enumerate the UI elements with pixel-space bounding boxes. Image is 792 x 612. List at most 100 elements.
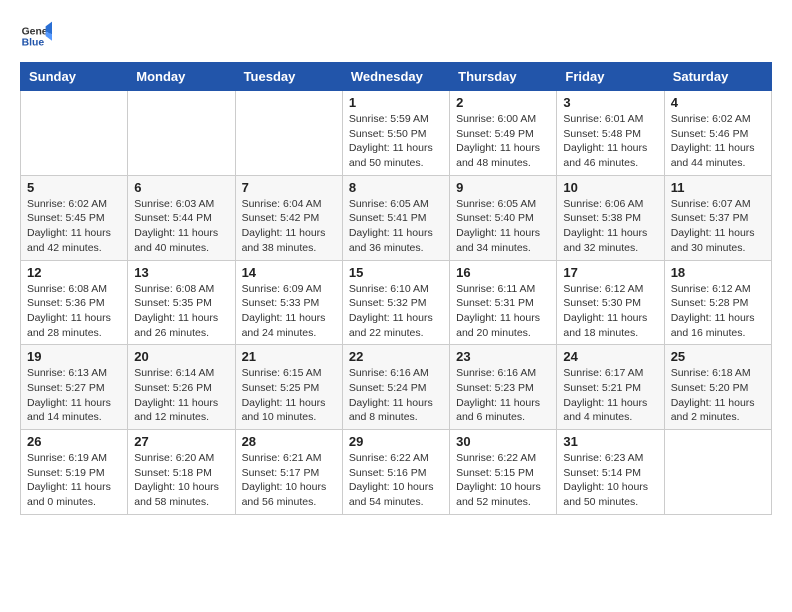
day-info: Sunrise: 6:00 AM Sunset: 5:49 PM Dayligh…	[456, 112, 550, 171]
day-info: Sunrise: 6:06 AM Sunset: 5:38 PM Dayligh…	[563, 197, 657, 256]
calendar-cell: 28Sunrise: 6:21 AM Sunset: 5:17 PM Dayli…	[235, 430, 342, 515]
day-number: 7	[242, 180, 336, 195]
day-info: Sunrise: 6:16 AM Sunset: 5:23 PM Dayligh…	[456, 366, 550, 425]
day-info: Sunrise: 6:22 AM Sunset: 5:15 PM Dayligh…	[456, 451, 550, 510]
calendar-cell: 12Sunrise: 6:08 AM Sunset: 5:36 PM Dayli…	[21, 260, 128, 345]
calendar-cell: 30 Sunrise: 6:22 AM Sunset: 5:15 PM Dayli…	[450, 430, 557, 515]
header-monday: Monday	[128, 63, 235, 91]
day-info: Sunrise: 6:04 AM Sunset: 5:42 PM Dayligh…	[242, 197, 336, 256]
day-info: Sunrise: 6:03 AM Sunset: 5:44 PM Dayligh…	[134, 197, 228, 256]
calendar-cell: 19Sunrise: 6:13 AM Sunset: 5:27 PM Dayli…	[21, 345, 128, 430]
day-number: 17	[563, 265, 657, 280]
calendar-week-row: 5Sunrise: 6:02 AM Sunset: 5:45 PM Daylig…	[21, 175, 772, 260]
calendar-week-row: 26 Sunrise: 6:19 AM Sunset: 5:19 PM Dayli…	[21, 430, 772, 515]
day-number: 9	[456, 180, 550, 195]
day-number: 26	[27, 434, 121, 449]
calendar-cell	[21, 91, 128, 176]
header-friday: Friday	[557, 63, 664, 91]
calendar-cell: 6 Sunrise: 6:03 AM Sunset: 5:44 PM Daylig…	[128, 175, 235, 260]
day-number: 21	[242, 349, 336, 364]
day-info: Sunrise: 6:09 AM Sunset: 5:33 PM Dayligh…	[242, 282, 336, 341]
calendar-cell: 17 Sunrise: 6:12 AM Sunset: 5:30 PM Dayli…	[557, 260, 664, 345]
calendar-cell: 16 Sunrise: 6:11 AM Sunset: 5:31 PM Dayli…	[450, 260, 557, 345]
day-info: Sunrise: 6:12 AM Sunset: 5:30 PM Dayligh…	[563, 282, 657, 341]
day-number: 18	[671, 265, 765, 280]
day-info: Sunrise: 6:08 AM Sunset: 5:35 PM Dayligh…	[134, 282, 228, 341]
day-info: Sunrise: 6:02 AM Sunset: 5:45 PM Dayligh…	[27, 197, 121, 256]
calendar-cell	[128, 91, 235, 176]
header-wednesday: Wednesday	[342, 63, 449, 91]
day-info: Sunrise: 6:05 AM Sunset: 5:40 PM Dayligh…	[456, 197, 550, 256]
day-number: 2	[456, 95, 550, 110]
day-info: Sunrise: 6:07 AM Sunset: 5:37 PM Dayligh…	[671, 197, 765, 256]
calendar-week-row: 1 Sunrise: 5:59 AM Sunset: 5:50 PM Daylig…	[21, 91, 772, 176]
calendar-cell: 25 Sunrise: 6:18 AM Sunset: 5:20 PM Dayli…	[664, 345, 771, 430]
day-number: 13	[134, 265, 228, 280]
calendar-cell: 20Sunrise: 6:14 AM Sunset: 5:26 PM Dayli…	[128, 345, 235, 430]
day-number: 23	[456, 349, 550, 364]
header-sunday: Sunday	[21, 63, 128, 91]
day-number: 12	[27, 265, 121, 280]
day-info: Sunrise: 6:22 AM Sunset: 5:16 PM Dayligh…	[349, 451, 443, 510]
header-saturday: Saturday	[664, 63, 771, 91]
calendar-cell: 21 Sunrise: 6:15 AM Sunset: 5:25 PM Dayli…	[235, 345, 342, 430]
svg-text:Blue: Blue	[22, 38, 45, 49]
page-header: General Blue	[20, 20, 772, 52]
calendar-cell: 22Sunrise: 6:16 AM Sunset: 5:24 PM Dayli…	[342, 345, 449, 430]
day-number: 4	[671, 95, 765, 110]
day-number: 8	[349, 180, 443, 195]
logo: General Blue	[20, 20, 52, 52]
day-info: Sunrise: 6:11 AM Sunset: 5:31 PM Dayligh…	[456, 282, 550, 341]
calendar-cell: 24Sunrise: 6:17 AM Sunset: 5:21 PM Dayli…	[557, 345, 664, 430]
day-info: Sunrise: 6:15 AM Sunset: 5:25 PM Dayligh…	[242, 366, 336, 425]
calendar-cell: 23 Sunrise: 6:16 AM Sunset: 5:23 PM Dayli…	[450, 345, 557, 430]
day-number: 14	[242, 265, 336, 280]
day-number: 27	[134, 434, 228, 449]
calendar-cell	[664, 430, 771, 515]
calendar-cell: 2 Sunrise: 6:00 AM Sunset: 5:49 PM Daylig…	[450, 91, 557, 176]
day-info: Sunrise: 6:17 AM Sunset: 5:21 PM Dayligh…	[563, 366, 657, 425]
calendar-cell: 4Sunrise: 6:02 AM Sunset: 5:46 PM Daylig…	[664, 91, 771, 176]
day-number: 10	[563, 180, 657, 195]
day-info: Sunrise: 6:01 AM Sunset: 5:48 PM Dayligh…	[563, 112, 657, 171]
day-number: 6	[134, 180, 228, 195]
calendar-cell: 15 Sunrise: 6:10 AM Sunset: 5:32 PM Dayli…	[342, 260, 449, 345]
day-info: Sunrise: 6:05 AM Sunset: 5:41 PM Dayligh…	[349, 197, 443, 256]
day-info: Sunrise: 6:18 AM Sunset: 5:20 PM Dayligh…	[671, 366, 765, 425]
day-number: 31	[563, 434, 657, 449]
calendar-cell: 27 Sunrise: 6:20 AM Sunset: 5:18 PM Dayli…	[128, 430, 235, 515]
day-info: Sunrise: 6:21 AM Sunset: 5:17 PM Dayligh…	[242, 451, 336, 510]
calendar-table: SundayMondayTuesdayWednesdayThursdayFrid…	[20, 62, 772, 515]
calendar-cell: 10 Sunrise: 6:06 AM Sunset: 5:38 PM Dayli…	[557, 175, 664, 260]
day-info: Sunrise: 6:10 AM Sunset: 5:32 PM Dayligh…	[349, 282, 443, 341]
calendar-cell: 29 Sunrise: 6:22 AM Sunset: 5:16 PM Dayli…	[342, 430, 449, 515]
calendar-cell: 26 Sunrise: 6:19 AM Sunset: 5:19 PM Dayli…	[21, 430, 128, 515]
day-info: Sunrise: 6:23 AM Sunset: 5:14 PM Dayligh…	[563, 451, 657, 510]
calendar-week-row: 12Sunrise: 6:08 AM Sunset: 5:36 PM Dayli…	[21, 260, 772, 345]
day-number: 30	[456, 434, 550, 449]
day-info: Sunrise: 6:19 AM Sunset: 5:19 PM Dayligh…	[27, 451, 121, 510]
calendar-cell: 18Sunrise: 6:12 AM Sunset: 5:28 PM Dayli…	[664, 260, 771, 345]
calendar-cell: 14 Sunrise: 6:09 AM Sunset: 5:33 PM Dayli…	[235, 260, 342, 345]
header-tuesday: Tuesday	[235, 63, 342, 91]
calendar-cell: 7 Sunrise: 6:04 AM Sunset: 5:42 PM Daylig…	[235, 175, 342, 260]
calendar-cell: 11Sunrise: 6:07 AM Sunset: 5:37 PM Dayli…	[664, 175, 771, 260]
day-number: 15	[349, 265, 443, 280]
day-number: 1	[349, 95, 443, 110]
day-number: 3	[563, 95, 657, 110]
day-number: 20	[134, 349, 228, 364]
day-info: Sunrise: 6:16 AM Sunset: 5:24 PM Dayligh…	[349, 366, 443, 425]
day-info: Sunrise: 6:13 AM Sunset: 5:27 PM Dayligh…	[27, 366, 121, 425]
calendar-cell: 13 Sunrise: 6:08 AM Sunset: 5:35 PM Dayli…	[128, 260, 235, 345]
calendar-cell	[235, 91, 342, 176]
calendar-cell: 8 Sunrise: 6:05 AM Sunset: 5:41 PM Daylig…	[342, 175, 449, 260]
day-number: 25	[671, 349, 765, 364]
logo-icon: General Blue	[20, 20, 52, 52]
calendar-cell: 9 Sunrise: 6:05 AM Sunset: 5:40 PM Daylig…	[450, 175, 557, 260]
day-number: 16	[456, 265, 550, 280]
calendar-header-row: SundayMondayTuesdayWednesdayThursdayFrid…	[21, 63, 772, 91]
calendar-cell: 5Sunrise: 6:02 AM Sunset: 5:45 PM Daylig…	[21, 175, 128, 260]
day-number: 29	[349, 434, 443, 449]
day-info: Sunrise: 6:20 AM Sunset: 5:18 PM Dayligh…	[134, 451, 228, 510]
day-info: Sunrise: 5:59 AM Sunset: 5:50 PM Dayligh…	[349, 112, 443, 171]
